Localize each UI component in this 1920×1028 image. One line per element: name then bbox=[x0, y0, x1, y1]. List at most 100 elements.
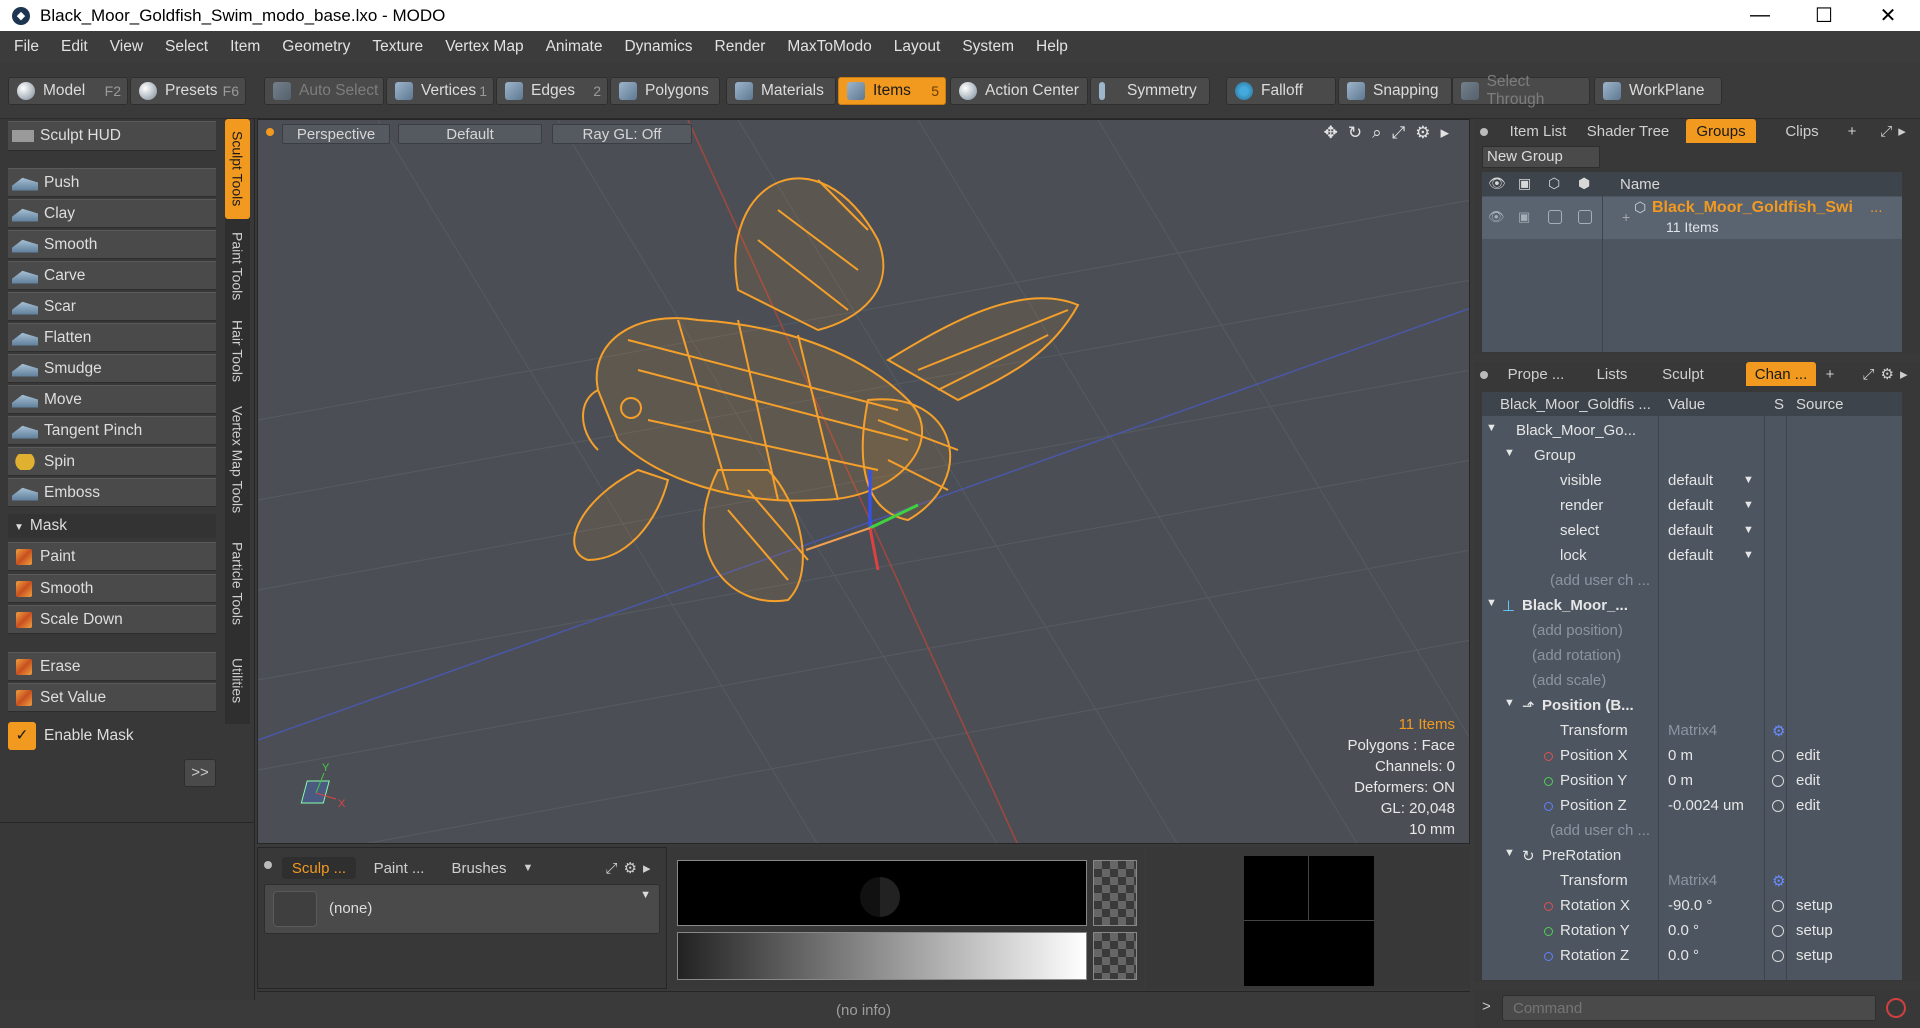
menu-render[interactable]: Render bbox=[715, 38, 766, 56]
channel-row[interactable]: (add rotation) bbox=[1482, 643, 1902, 668]
falloff-button[interactable]: Falloff bbox=[1226, 77, 1336, 105]
tab-clips[interactable]: Clips bbox=[1764, 119, 1840, 143]
tool-spin[interactable]: Spin bbox=[8, 447, 216, 476]
gear-icon[interactable]: ⚙ bbox=[1772, 722, 1785, 740]
state-circle[interactable] bbox=[1772, 925, 1784, 937]
eye-icon[interactable]: 👁 bbox=[1488, 209, 1505, 225]
tab-paint[interactable]: Paint ... bbox=[362, 857, 436, 879]
tab-item-list[interactable]: Item List bbox=[1500, 119, 1576, 143]
sculpt-hud-button[interactable]: Sculpt HUD bbox=[8, 121, 216, 151]
group-row[interactable]: 👁 ▣ + ⬡ Black_Moor_Goldfish_Swi ... 11 I… bbox=[1482, 197, 1902, 239]
menu-file[interactable]: File bbox=[14, 38, 39, 56]
add-tab-icon[interactable]: + bbox=[1842, 119, 1862, 143]
menu-dynamics[interactable]: Dynamics bbox=[624, 38, 692, 56]
tab-groups[interactable]: Groups bbox=[1686, 119, 1756, 143]
tool-smooth[interactable]: Smooth bbox=[8, 230, 216, 259]
channel-value[interactable]: 0 m bbox=[1668, 747, 1693, 764]
channel-row[interactable]: Transform Matrix4 ⚙ bbox=[1482, 718, 1902, 743]
expand-button[interactable]: >> bbox=[184, 759, 216, 787]
eye-icon[interactable]: 👁 bbox=[1488, 175, 1506, 192]
arrow-right-icon[interactable]: ▸ bbox=[1440, 123, 1449, 143]
workplane-button[interactable]: WorkPlane bbox=[1594, 77, 1722, 105]
maximize-icon[interactable]: ⤢ bbox=[606, 860, 618, 877]
maximize-icon[interactable]: ⤢ bbox=[1880, 123, 1892, 140]
state-circle[interactable] bbox=[1772, 900, 1784, 912]
expand-plus-icon[interactable]: + bbox=[1622, 209, 1630, 225]
channel-row[interactable]: (add user ch ... bbox=[1482, 568, 1902, 593]
maximize-button[interactable]: ☐ bbox=[1792, 0, 1856, 31]
channel-row[interactable]: ▼ ↻ PreRotation bbox=[1482, 843, 1902, 868]
close-button[interactable]: ✕ bbox=[1856, 0, 1920, 31]
menu-help[interactable]: Help bbox=[1036, 38, 1068, 56]
record-icon[interactable] bbox=[1886, 998, 1906, 1018]
raygl-button[interactable]: Ray GL: Off bbox=[552, 124, 692, 144]
menu-item[interactable]: Item bbox=[230, 38, 260, 56]
channel-row[interactable]: Rotation Z 0.0 ° setup bbox=[1482, 943, 1902, 968]
fit-icon[interactable]: ⤢ bbox=[1392, 123, 1406, 143]
channel-row[interactable]: Position Y 0 m edit bbox=[1482, 768, 1902, 793]
channel-value[interactable]: 0.0 ° bbox=[1668, 947, 1699, 964]
tab-sculpt[interactable]: Sculpt bbox=[1650, 362, 1716, 386]
gear-icon[interactable]: ⚙ bbox=[624, 859, 637, 877]
tab-shader-tree[interactable]: Shader Tree bbox=[1580, 119, 1676, 143]
tab-properties[interactable]: Prope ... bbox=[1496, 362, 1576, 386]
symmetry-button[interactable]: Symmetry bbox=[1090, 77, 1210, 105]
menu-maxtomodo[interactable]: MaxToModo bbox=[787, 38, 871, 56]
channel-value[interactable]: 0.0 ° bbox=[1668, 922, 1699, 939]
menu-layout[interactable]: Layout bbox=[894, 38, 941, 56]
lock-icon[interactable]: ⬡ bbox=[1548, 175, 1560, 192]
arrow-right-icon[interactable]: ▸ bbox=[643, 859, 651, 877]
presets-button[interactable]: Presets F6 bbox=[130, 77, 246, 105]
items-button[interactable]: Items 5 bbox=[838, 77, 946, 105]
state-circle[interactable] bbox=[1772, 775, 1784, 787]
tab-brushes[interactable]: Brushes bbox=[442, 857, 516, 879]
rotate-icon[interactable]: ↻ bbox=[1348, 123, 1362, 143]
channel-row[interactable]: Rotation X -90.0 ° setup bbox=[1482, 893, 1902, 918]
polygons-button[interactable]: Polygons bbox=[610, 77, 720, 105]
tab-paint-tools[interactable]: Paint Tools bbox=[225, 223, 250, 309]
arrow-right-icon[interactable]: ▸ bbox=[1900, 365, 1908, 383]
channel-row[interactable]: lock default ▼ bbox=[1482, 543, 1902, 568]
gear-icon[interactable]: ⚙ bbox=[1772, 872, 1785, 890]
vertices-button[interactable]: Vertices 1 bbox=[386, 77, 494, 105]
gear-icon[interactable]: ⚙ bbox=[1881, 365, 1894, 383]
tab-vertex-map-tools[interactable]: Vertex Map Tools bbox=[225, 393, 250, 527]
dropdown-arrow-icon[interactable]: ▼ bbox=[1743, 499, 1754, 511]
menu-vertex-map[interactable]: Vertex Map bbox=[445, 38, 523, 56]
channel-row[interactable]: render default ▼ bbox=[1482, 493, 1902, 518]
channel-row[interactable]: Transform Matrix4 ⚙ bbox=[1482, 868, 1902, 893]
channel-row[interactable]: Rotation Y 0.0 ° setup bbox=[1482, 918, 1902, 943]
3d-viewport[interactable]: Y X Perspective Default Ray GL: Off ✥ ↻ ⌕ ⤢… bbox=[257, 119, 1470, 844]
maximize-icon[interactable]: ⤢ bbox=[1863, 366, 1875, 383]
channel-value[interactable]: 0 m bbox=[1668, 772, 1693, 789]
dropdown-arrow-icon[interactable]: ▼ bbox=[1743, 524, 1754, 536]
select-icon[interactable]: ⬢ bbox=[1578, 175, 1590, 192]
channel-row[interactable]: ▼ ⬏ Position (B... bbox=[1482, 693, 1902, 718]
state-circle[interactable] bbox=[1772, 800, 1784, 812]
tool-emboss[interactable]: Emboss bbox=[8, 478, 216, 507]
tabs-dropdown-icon[interactable]: ▼ bbox=[518, 857, 538, 879]
mask-tool-set-value[interactable]: Set Value bbox=[8, 683, 216, 712]
tab-sculpt[interactable]: Sculp ... bbox=[282, 857, 356, 879]
tab-particle-tools[interactable]: Particle Tools bbox=[225, 531, 250, 637]
mask-tool-scale-down[interactable]: Scale Down bbox=[8, 605, 216, 634]
select-checkbox[interactable] bbox=[1578, 210, 1592, 224]
arrow-right-icon[interactable]: ▸ bbox=[1898, 122, 1906, 140]
channel-value[interactable]: -0.0024 um bbox=[1668, 797, 1744, 814]
auto-select-button[interactable]: Auto Select bbox=[264, 77, 384, 105]
materials-button[interactable]: Materials bbox=[726, 77, 836, 105]
channel-row[interactable]: (add scale) bbox=[1482, 668, 1902, 693]
select-through-button[interactable]: Select Through bbox=[1452, 73, 1590, 108]
menu-view[interactable]: View bbox=[110, 38, 143, 56]
tool-smudge[interactable]: Smudge bbox=[8, 354, 216, 383]
pan-icon[interactable]: ✥ bbox=[1324, 123, 1338, 143]
action-center-button[interactable]: Action Center bbox=[950, 77, 1088, 105]
render-icon[interactable]: ▣ bbox=[1518, 209, 1530, 225]
render-icon[interactable]: ▣ bbox=[1518, 175, 1531, 192]
enable-mask-checkbox[interactable]: ✓ Enable Mask bbox=[8, 721, 216, 751]
mask-tool-paint[interactable]: Paint bbox=[8, 542, 216, 571]
tab-utilities[interactable]: Utilities bbox=[225, 641, 250, 721]
model-button[interactable]: Model F2 bbox=[8, 77, 128, 105]
tool-push[interactable]: Push bbox=[8, 168, 216, 197]
tool-flatten[interactable]: Flatten bbox=[8, 323, 216, 352]
